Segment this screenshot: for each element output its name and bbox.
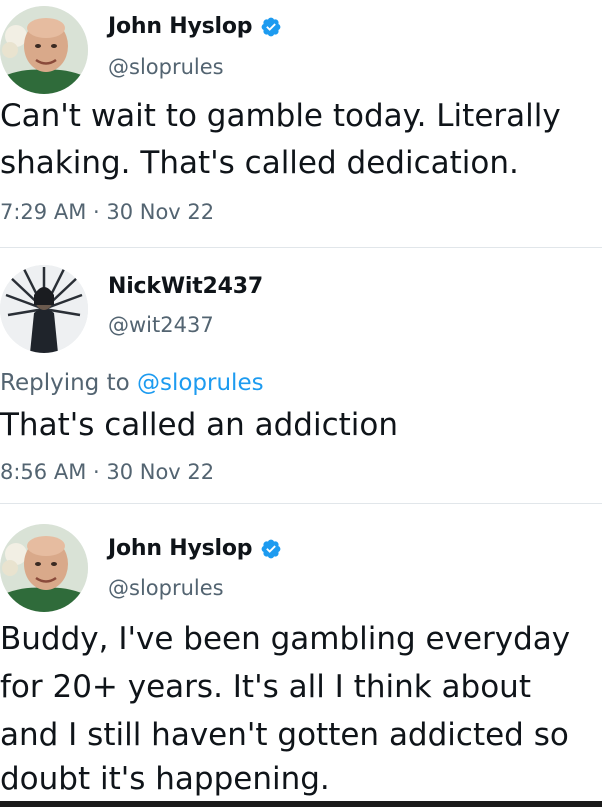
author-handle[interactable]: @sloprules: [108, 576, 224, 600]
verified-badge-icon: [261, 17, 281, 36]
replying-to-mention[interactable]: @sloprules: [137, 370, 264, 396]
avatar-nickwit2437[interactable]: [0, 265, 88, 353]
tweet-text-line: and I still haven't gotten addicted so: [0, 717, 569, 753]
tweet-text-line: Can't wait to gamble today. Literally: [0, 98, 561, 134]
author-handle[interactable]: @wit2437: [108, 313, 214, 337]
tweet-text-line: That's called an addiction: [0, 407, 399, 443]
avatar-john-hyslop[interactable]: [0, 6, 88, 94]
author-handle[interactable]: @sloprules: [108, 55, 224, 79]
tweet-text-line: Buddy, I've been gambling everyday: [0, 621, 571, 657]
author-name[interactable]: John Hyslop: [108, 536, 253, 561]
author-name[interactable]: NickWit2437: [108, 274, 263, 299]
replying-to: Replying to @sloprules: [0, 370, 264, 396]
author-name[interactable]: John Hyslop: [108, 14, 253, 39]
avatar-john-hyslop[interactable]: [0, 524, 88, 612]
divider: [0, 247, 602, 248]
tweet-text-line: shaking. That's called dedication.: [0, 145, 519, 181]
verified-badge-icon: [261, 539, 281, 558]
replying-to-label: Replying to: [0, 370, 137, 396]
tweet-timestamp[interactable]: 7:29 AM · 30 Nov 22: [0, 200, 214, 224]
tweet-timestamp[interactable]: 8:56 AM · 30 Nov 22: [0, 460, 214, 484]
tweet-text-line: doubt it's happening.: [0, 761, 330, 797]
divider: [0, 503, 602, 504]
tweet-text-line: for 20+ years. It's all I think about: [0, 669, 531, 705]
bottom-edge-bar: [0, 801, 602, 807]
